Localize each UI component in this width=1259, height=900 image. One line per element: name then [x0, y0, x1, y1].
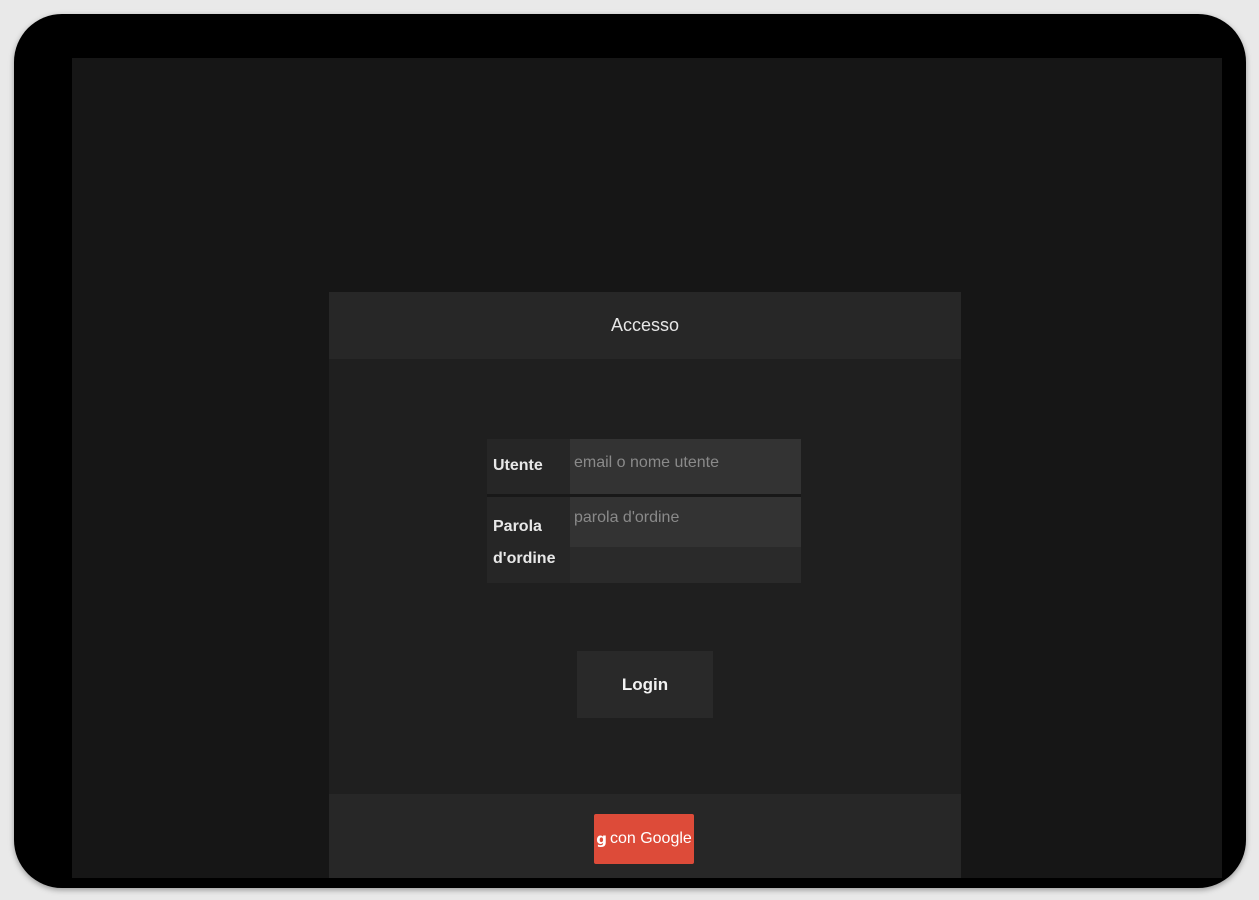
- login-form: Utente Parola d'ordine: [487, 439, 801, 583]
- google-button-label: con Google: [609, 830, 692, 847]
- user-row: Utente: [487, 439, 801, 497]
- panel-title: Accesso: [610, 315, 680, 335]
- user-cell: [570, 439, 801, 494]
- user-label: Utente: [493, 457, 543, 474]
- password-row: Parola d'ordine: [487, 497, 801, 583]
- password-label-line1: Parola: [493, 518, 542, 535]
- tablet-frame: Accesso Utente Parola d'ordine: [14, 14, 1246, 888]
- login-panel: Accesso Utente Parola d'ordine: [329, 292, 961, 878]
- g-plus-icon: g: [596, 830, 607, 848]
- user-input[interactable]: [570, 439, 801, 494]
- password-input[interactable]: [570, 497, 801, 547]
- panel-header: Accesso: [329, 292, 961, 359]
- password-label-line2: d'ordine: [493, 550, 556, 567]
- login-button[interactable]: Login: [577, 651, 713, 718]
- password-cell: [570, 497, 801, 583]
- screen: Accesso Utente Parola d'ordine: [72, 58, 1222, 878]
- google-login-button[interactable]: g con Google: [594, 814, 694, 864]
- password-label: Parola d'ordine: [487, 497, 570, 583]
- panel-footer: g con Google: [329, 794, 961, 878]
